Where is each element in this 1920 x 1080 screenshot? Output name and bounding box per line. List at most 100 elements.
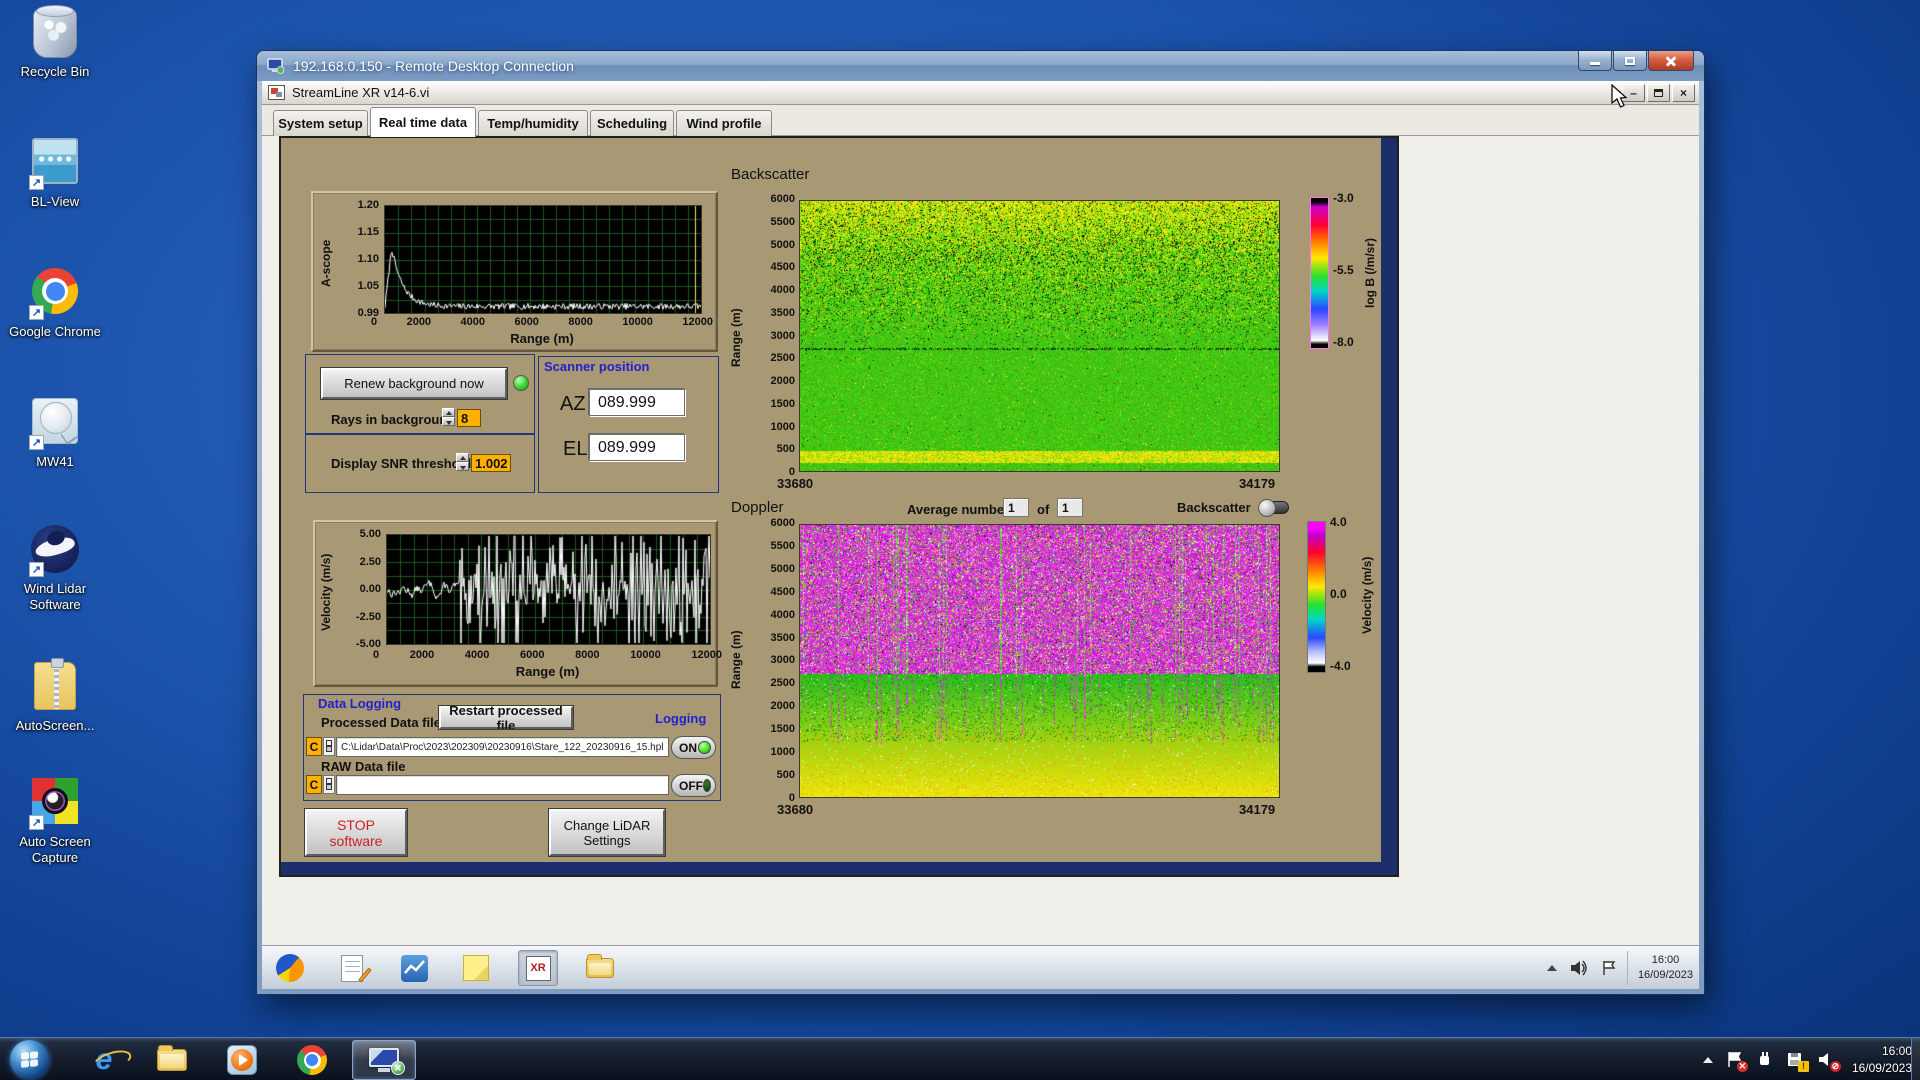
ascope-plot-canvas [384,205,702,314]
snr-spinner[interactable] [456,453,469,471]
scanner-position-title: Scanner position [544,359,650,374]
snr-value-field[interactable]: 1.002 [471,454,511,472]
desktop-icon-mw41[interactable]: ↗ MW41 [0,398,110,470]
change-lidar-settings-button[interactable]: Change LiDAR Settings [548,808,666,857]
vi-close-button[interactable]: × [1672,84,1695,102]
processed-data-file-path[interactable]: C:\Lidar\Data\Proc\2023\202309\20230916\… [336,737,669,757]
tab-system-setup[interactable]: System setup [273,110,368,136]
snr-threshold-label: Display SNR threshold [331,456,472,471]
vi-title-bar[interactable]: StreamLine XR v14-6.vi – × [262,81,1699,105]
tick-label: 5000 [770,238,795,251]
desktop-icon-auto-screen-capture[interactable]: ↗ Auto Screen Capture [0,778,110,867]
remote-taskbar-folder-icon[interactable] [580,950,620,986]
desktop-icon-google-chrome[interactable]: ↗ Google Chrome [0,268,110,340]
remote-taskbar: XR 16:00 16/09/2023 [262,945,1699,989]
tick-label: 3500 [770,631,795,644]
processed-path-link-icon[interactable] [323,737,335,756]
tick-label: 12000 [691,649,722,661]
tick-label: 4000 [464,649,490,661]
background-controls-box: Renew background now Rays in background … [305,354,535,434]
taskbar-clock[interactable]: 16:00 16/09/2023 [1852,1043,1912,1077]
tray-disk-warning-icon[interactable]: ! [1786,1051,1809,1072]
tick-label: -5.5 [1333,263,1354,277]
remote-taskbar-browser-icon[interactable] [270,950,310,986]
rdp-window-title: 192.168.0.150 - Remote Desktop Connectio… [293,58,574,74]
tick-label: -2.50 [355,610,381,623]
raw-drive-box[interactable]: C [306,775,322,794]
remote-taskbar-notepad-icon[interactable] [332,950,372,986]
rays-spinner[interactable] [442,408,455,426]
ascope-graph: 1.20 1.15 1.10 1.05 0.99 A-scope 0 2000 4000 60… [311,191,718,352]
taskbar-chrome-icon[interactable] [296,1044,328,1076]
taskbar-file-explorer-icon[interactable] [156,1044,188,1076]
tick-label: 1500 [770,723,795,736]
processed-logging-toggle[interactable]: ON [671,736,716,759]
remote-action-center-flag-icon[interactable] [1601,960,1617,976]
start-button[interactable] [10,1040,49,1079]
desktop-icon-autoscreen-zip[interactable]: AutoScreen... [0,658,110,734]
shortcut-arrow-icon: ↗ [29,815,44,830]
processed-data-file-label: Processed Data file [321,715,441,730]
tray-chevron-icon[interactable] [1702,1056,1713,1063]
tick-label: 2.50 [359,555,381,568]
doppler-colorbar-label: Velocity (m/s) [1360,556,1374,635]
vi-maximize-button[interactable] [1647,84,1670,102]
tab-scheduling[interactable]: Scheduling [590,110,674,136]
processed-drive-box[interactable]: C [306,737,322,756]
renew-background-button[interactable]: Renew background now [320,367,508,400]
tick-label: 4500 [770,261,795,274]
raw-path-link-icon[interactable] [323,775,335,794]
remote-taskbar-sticky-notes-icon[interactable] [456,950,496,986]
rdp-client-area: StreamLine XR v14-6.vi – × System setup … [262,81,1699,989]
velocity-y-label: Velocity (m/s) [319,553,333,632]
rays-value-field[interactable]: 8 [457,409,481,427]
tab-real-time-data[interactable]: Real time data [370,107,476,137]
on-label: ON [679,740,697,755]
average-number-field[interactable]: 1 [1003,498,1029,517]
tick-label: 5500 [770,539,795,552]
doppler-title: Doppler [731,499,784,516]
tray-power-plug-icon[interactable] [1756,1051,1773,1068]
desktop-icon-bl-view[interactable]: ↗ BL-View [0,138,110,210]
show-desktop-button[interactable] [1911,1038,1920,1080]
maximize-button[interactable] [1613,51,1647,71]
minimize-button[interactable] [1578,51,1612,71]
backscatter-colorbar-label: log B (/m/sr) [1363,238,1377,309]
tick-label: 2500 [770,352,795,365]
remote-taskbar-app-icon-blue[interactable] [394,950,434,986]
recycle-bin-icon [29,5,81,60]
desktop-icon-recycle-bin[interactable]: Recycle Bin [0,5,110,80]
average-total-field[interactable]: 1 [1057,498,1083,517]
rdp-title-bar[interactable]: 192.168.0.150 - Remote Desktop Connectio… [257,51,1704,81]
backscatter-toggle-switch[interactable] [1258,499,1289,517]
remote-system-tray: 16:00 16/09/2023 [1546,946,1693,989]
tick-label: 5000 [770,562,795,575]
panel-edge-bottom [281,862,1397,875]
el-value-field: 089.999 [589,434,685,461]
backscatter-y-label: Range (m) [729,308,743,368]
taskbar-remote-desktop-button[interactable]: ✕ [352,1040,416,1080]
tick-label: 4000 [460,316,485,328]
doppler-y-axis: 6000 5500 5000 4500 4000 3500 3000 2500 2000 1500… [749,518,795,804]
raw-data-file-path[interactable] [336,775,669,795]
on-led-icon [698,741,711,754]
raw-logging-toggle[interactable]: OFF [671,774,716,797]
backscatter-colorbar-ticks: -3.0 -5.5 -8.0 [1333,191,1354,349]
tray-action-center-flag-icon[interactable]: ✕ [1726,1051,1748,1072]
stop-software-button[interactable]: STOP software [304,808,408,857]
taskbar-internet-explorer-icon[interactable]: e [88,1043,120,1076]
tick-label: 3500 [770,306,795,319]
close-button[interactable] [1648,51,1694,71]
remote-volume-icon[interactable] [1569,960,1589,976]
desktop-icon-wind-lidar[interactable]: ↗ Wind Lidar Software [0,525,110,614]
taskbar-media-player-icon[interactable] [226,1044,258,1076]
backscatter-colorbar [1310,197,1329,349]
backscatter-title: Backscatter [731,166,810,183]
tab-temp-humidity[interactable]: Temp/humidity [478,110,588,136]
remote-clock[interactable]: 16:00 16/09/2023 [1626,951,1693,985]
tray-volume-muted-icon[interactable]: ⊘ [1817,1051,1841,1072]
restart-processed-file-button[interactable]: Restart processed file [438,703,574,733]
remote-taskbar-streamline-xr-icon[interactable]: XR [518,950,558,986]
tab-wind-profile[interactable]: Wind profile [676,110,772,136]
remote-tray-chevron-icon[interactable] [1546,965,1557,971]
